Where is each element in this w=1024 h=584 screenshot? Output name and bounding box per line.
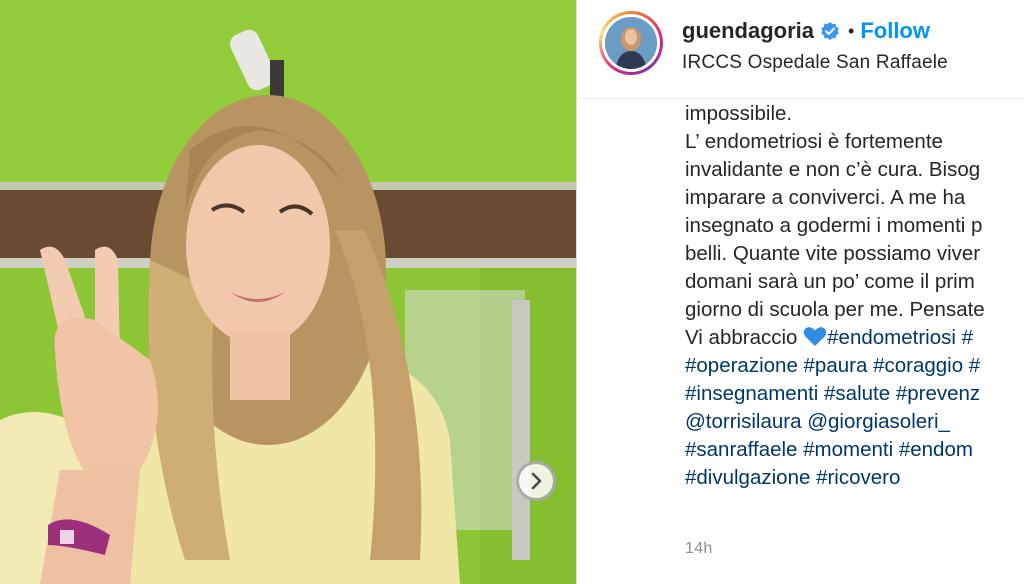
caption-line: domani sarà un po’ come il prim	[685, 270, 975, 293]
follow-button[interactable]: Follow	[860, 18, 930, 44]
carousel-next-button[interactable]	[516, 461, 556, 501]
hashtag-line[interactable]: #insegnamenti #salute #prevenz	[685, 380, 1024, 408]
hashtag-line[interactable]: #sanraffaele #momenti #endom	[685, 436, 1024, 464]
hashtag-link[interactable]: #	[956, 326, 973, 349]
caption-line: giorno di scuola per me. Pensate	[685, 298, 985, 321]
verified-badge-icon	[821, 22, 839, 40]
mention-line[interactable]: @torrisilaura @giorgiasoleri_	[685, 408, 1024, 436]
caption-line: belli. Quante vite possiamo viver	[685, 242, 981, 265]
blue-heart-icon	[803, 327, 827, 346]
location-link[interactable]: IRCCS Ospedale San Raffaele	[682, 52, 948, 74]
avatar[interactable]	[605, 17, 657, 69]
post-caption: impossibile. L’ endometriosi è fortement…	[685, 100, 1024, 492]
caption-line: L’ endometriosi è fortemente	[685, 130, 943, 153]
hashtag-line[interactable]: #operazione #paura #coraggio #	[685, 352, 1024, 380]
caption-line: insegnato a godermi i momenti p	[685, 214, 983, 237]
post-photo[interactable]	[0, 0, 576, 584]
post-sidebar: guendagoria • Follow IRCCS Ospedale San …	[576, 0, 1024, 584]
story-ring[interactable]	[599, 11, 663, 75]
hashtag-line[interactable]: #divulgazione #ricovero	[685, 464, 1024, 492]
caption-line: invalidante e non c’è cura. Bisog	[685, 158, 981, 181]
selfie-image	[0, 0, 576, 584]
post-header: guendagoria • Follow IRCCS Ospedale San …	[577, 0, 1024, 99]
post-timestamp[interactable]: 14h	[685, 540, 713, 558]
caption-line: imparare a conviverci. A me ha	[685, 186, 966, 209]
hashtag-link[interactable]: #endometriosi	[827, 326, 956, 349]
caption-text: Vi abbraccio	[685, 326, 804, 349]
caption-line: impossibile.	[685, 102, 793, 125]
username-link[interactable]: guendagoria	[682, 18, 814, 44]
chevron-right-icon	[531, 472, 542, 490]
caption-line: Vi abbraccio #endometriosi #	[685, 324, 1024, 352]
separator-dot: •	[848, 20, 855, 41]
